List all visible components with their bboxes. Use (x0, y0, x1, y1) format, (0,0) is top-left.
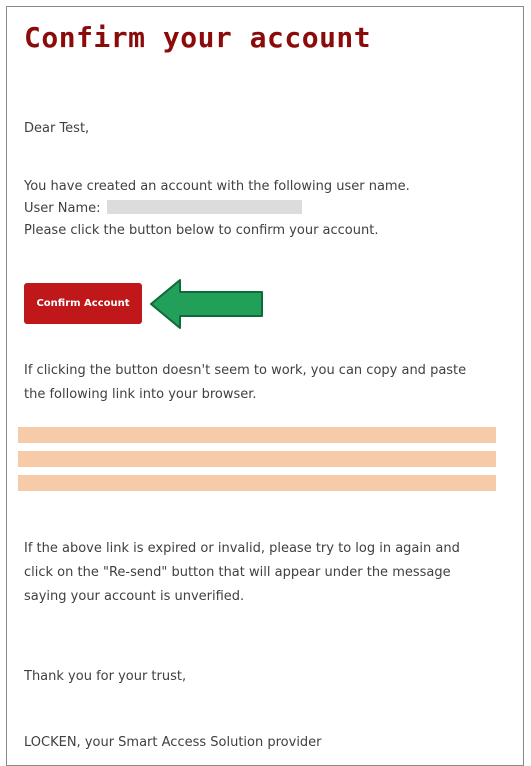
username-label: User Name: (24, 201, 101, 216)
thanks-text: Thank you for your trust, (24, 669, 187, 684)
expired-line-1: If the above link is expired or invalid,… (24, 541, 460, 556)
fallback-line-1: If clicking the button doesn't seem to w… (24, 363, 467, 378)
fallback-line-2: the following link into your browser. (24, 387, 257, 402)
intro-text: You have created an account with the fol… (24, 179, 410, 194)
expired-line-3: saying your account is unverified. (24, 589, 245, 604)
link-redacted-2 (18, 451, 496, 467)
link-redacted-3 (18, 475, 496, 491)
arrow-shape (150, 279, 263, 329)
email-title: Confirm your account (24, 21, 372, 54)
click-instruction: Please click the button below to confirm… (24, 223, 379, 238)
expired-line-2: click on the "Re-send" button that will … (24, 565, 451, 580)
left-arrow-icon (150, 279, 263, 329)
username-redacted (106, 200, 302, 214)
link-redacted-1 (18, 427, 496, 443)
greeting: Dear Test, (24, 121, 90, 136)
confirm-account-button[interactable]: Confirm Account (24, 283, 142, 324)
signature: LOCKEN, your Smart Access Solution provi… (24, 735, 322, 750)
username-line: User Name: (24, 198, 302, 220)
